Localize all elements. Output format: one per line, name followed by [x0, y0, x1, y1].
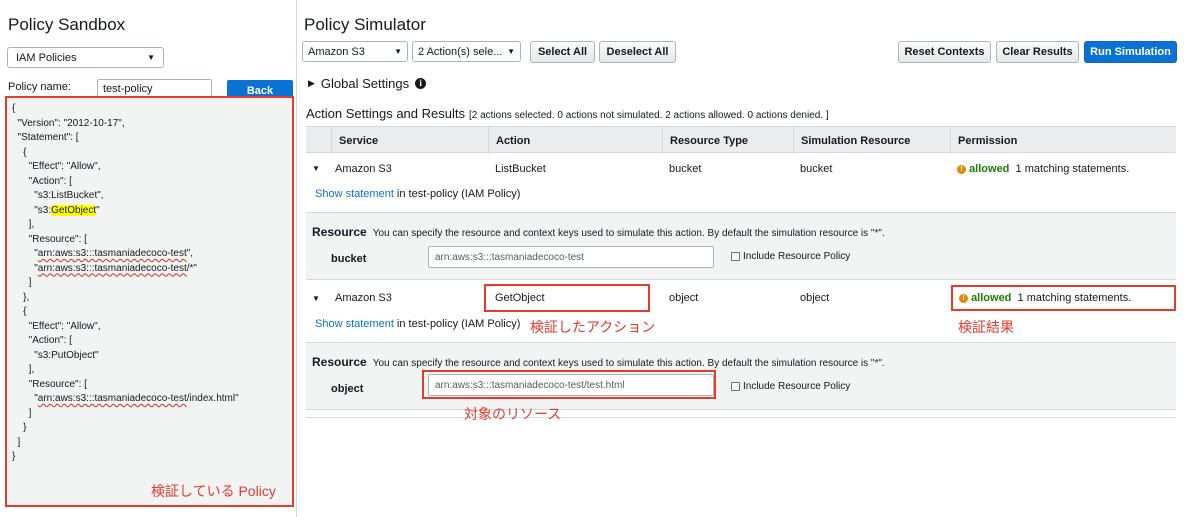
chevron-down-icon: ▼ — [394, 47, 402, 56]
include-resource-policy-checkbox[interactable]: Include Resource Policy — [731, 381, 850, 392]
expand-caret-icon[interactable]: ▼ — [312, 164, 320, 173]
result-annotation: 検証結果 — [958, 319, 1014, 335]
permission-allowed: allowed — [971, 292, 1012, 304]
chevron-down-icon: ▼ — [507, 47, 515, 56]
resource-heading: Resource You can specify the resource and… — [312, 225, 885, 239]
row-permission: ! allowed 1 matching statements. — [957, 163, 1129, 175]
statement-source: in test-policy (IAM Policy) — [393, 318, 521, 330]
actions-select[interactable]: 2 Action(s) sele... ▼ — [412, 41, 521, 62]
policy-name-label: Policy name: — [8, 81, 71, 93]
reset-contexts-button[interactable]: Reset Contexts — [898, 41, 991, 63]
global-settings-toggle[interactable]: ▶ Global Settings i — [308, 76, 427, 91]
row-service: Amazon S3 — [335, 163, 392, 175]
action-settings-summary: [2 actions selected. 0 actions not simul… — [468, 110, 829, 121]
column-header-resource-type[interactable]: Resource Type — [662, 127, 793, 154]
matching-statements: 1 matching statements. — [1015, 163, 1130, 175]
action-settings-heading: Action Settings and Results [2 actions se… — [306, 106, 829, 121]
resource-input[interactable]: arn:aws:s3:::tasmaniadecoco-test — [428, 246, 714, 268]
info-icon[interactable]: i — [415, 78, 427, 89]
include-resource-policy-label: Include Resource Policy — [743, 251, 851, 262]
policy-simulator-panel: Policy Simulator Amazon S3 ▼ 2 Action(s)… — [298, 0, 1200, 517]
alert-icon: ! — [959, 294, 968, 303]
checkbox[interactable] — [731, 382, 740, 391]
row-service: Amazon S3 — [335, 292, 392, 304]
policy-code: { "Version": "2012-10-17", "Statement": … — [12, 103, 239, 462]
statement-source: in test-policy (IAM Policy) — [393, 188, 521, 200]
table-bottom-divider — [306, 417, 1176, 418]
column-header-action[interactable]: Action — [488, 127, 662, 154]
column-header-simulation-resource[interactable]: Simulation Resource — [793, 127, 950, 154]
policy-type-value: IAM Policies — [16, 51, 77, 64]
checkbox[interactable] — [731, 252, 740, 261]
row-simulation-resource: object — [800, 292, 830, 304]
show-statement-line: Show statement in test-policy (IAM Polic… — [315, 318, 520, 330]
action-annotation: 検証したアクション — [530, 319, 656, 335]
include-resource-policy-checkbox[interactable]: Include Resource Policy — [731, 251, 850, 262]
policy-sandbox-panel: Policy Sandbox IAM Policies ▼ Policy nam… — [0, 0, 297, 517]
resource-input[interactable]: arn:aws:s3:::tasmaniadecoco-test/test.ht… — [428, 374, 714, 396]
permission-allowed: allowed — [969, 163, 1010, 175]
sandbox-title: Policy Sandbox — [8, 15, 126, 34]
alert-icon: ! — [957, 165, 966, 174]
resource-label: bucket — [331, 253, 367, 265]
row-resource-type: bucket — [669, 163, 702, 175]
select-all-button[interactable]: Select All — [530, 41, 595, 63]
table-row: ▼ Amazon S3 GetObject object object ! al… — [306, 283, 1176, 338]
deselect-all-button[interactable]: Deselect All — [599, 41, 676, 63]
resource-panel-object: Resource You can specify the resource and… — [306, 342, 1176, 410]
policy-editor[interactable]: { "Version": "2012-10-17", "Statement": … — [5, 96, 294, 507]
column-header-permission[interactable]: Permission — [950, 127, 1176, 154]
show-statement-line: Show statement in test-policy (IAM Polic… — [315, 188, 520, 200]
caret-right-icon: ▶ — [308, 78, 315, 88]
show-statement-link[interactable]: Show statement — [315, 318, 394, 330]
highlighted-action: GetObject — [51, 204, 97, 216]
service-select-value: Amazon S3 — [308, 45, 365, 58]
resource-annotation: 対象のリソース — [464, 406, 562, 422]
row-simulation-resource: bucket — [800, 163, 833, 175]
clear-results-button[interactable]: Clear Results — [996, 41, 1079, 63]
row-resource-type: object — [669, 292, 699, 304]
results-table-header: Service Action Resource Type Simulation … — [306, 126, 1176, 154]
row-action: GetObject — [495, 292, 545, 304]
include-resource-policy-label: Include Resource Policy — [743, 381, 851, 392]
actions-select-value: 2 Action(s) sele... — [418, 45, 503, 58]
action-settings-title: Action Settings and Results — [306, 106, 465, 121]
resource-label: object — [331, 383, 364, 395]
matching-statements: 1 matching statements. — [1017, 292, 1132, 304]
show-statement-link[interactable]: Show statement — [315, 188, 394, 200]
table-row: ▼ Amazon S3 ListBucket bucket bucket ! a… — [306, 153, 1176, 208]
service-select[interactable]: Amazon S3 ▼ — [302, 41, 408, 62]
expand-caret-icon[interactable]: ▼ — [312, 294, 320, 303]
column-header-service[interactable]: Service — [331, 127, 488, 154]
row-permission: ! allowed 1 matching statements. — [959, 292, 1131, 304]
global-settings-label: Global Settings — [320, 76, 410, 91]
resource-heading: Resource You can specify the resource and… — [312, 355, 885, 369]
resource-panel-bucket: Resource You can specify the resource and… — [306, 212, 1176, 280]
run-simulation-button[interactable]: Run Simulation — [1084, 41, 1177, 63]
simulator-title: Policy Simulator — [304, 15, 426, 34]
policy-annotation: 検証している Policy — [151, 483, 276, 499]
policy-type-select[interactable]: IAM Policies ▼ — [7, 47, 164, 68]
chevron-down-icon: ▼ — [147, 53, 155, 62]
row-action: ListBucket — [495, 163, 546, 175]
